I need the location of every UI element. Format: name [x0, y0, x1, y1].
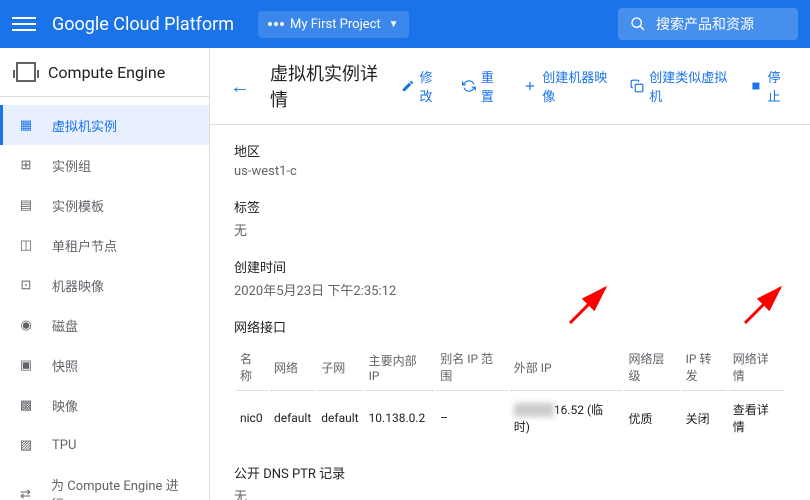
sidebar-item-vm-instances[interactable]: ▦虚拟机实例	[0, 105, 209, 145]
tpu-icon: ▨	[16, 435, 36, 455]
vm-icon: ▦	[16, 115, 36, 135]
network-interfaces-field: 网络接口 名称 网络 子网 主要内部 IP 别名 IP 范围 外部 IP 网络层…	[234, 317, 786, 445]
template-icon: ▤	[16, 195, 36, 215]
zone-field: 地区 us-west1-c	[234, 141, 786, 179]
sidebar-title: Compute Engine	[48, 63, 165, 82]
disk-icon: ◉	[16, 315, 36, 335]
reset-icon	[462, 78, 476, 94]
migrate-icon: ⇄	[16, 484, 35, 500]
sidebar-item-sole-tenant[interactable]: ◫单租户节点	[0, 225, 209, 265]
hamburger-menu-icon[interactable]	[12, 12, 36, 36]
snapshot-icon: ▣	[16, 355, 36, 375]
stop-button[interactable]: 停止	[749, 67, 790, 105]
sidebar-item-machine-images[interactable]: ⊡机器映像	[0, 265, 209, 305]
create-machine-image-button[interactable]: 创建机器映像	[523, 67, 610, 105]
sidebar-item-tpu[interactable]: ▨TPU	[0, 425, 209, 465]
groups-icon: ⊞	[16, 155, 36, 175]
edit-button[interactable]: 修改	[401, 67, 442, 105]
nic-table: 名称 网络 子网 主要内部 IP 别名 IP 范围 外部 IP 网络层级 IP …	[234, 342, 786, 445]
labels-field: 标签 无	[234, 197, 786, 239]
sidebar: Compute Engine ▦虚拟机实例 ⊞实例组 ▤实例模板 ◫单租户节点 …	[0, 48, 210, 500]
plus-icon	[523, 78, 537, 94]
search-box[interactable]: 搜索产品和资源	[618, 8, 798, 40]
create-similar-button[interactable]: 创建类似虚拟机	[630, 67, 728, 105]
image-icon: ▩	[16, 395, 36, 415]
page-title: 虚拟机实例详情	[270, 60, 381, 112]
node-icon: ◫	[16, 235, 36, 255]
sidebar-item-migrate[interactable]: ⇄为 Compute Engine 进行…	[0, 465, 209, 500]
page-header: ← 虚拟机实例详情 修改 重置 创建机器映像 创建类似虚拟机 停止	[210, 48, 810, 125]
chevron-down-icon: ▼	[389, 19, 399, 30]
compute-engine-icon	[16, 62, 36, 82]
redacted-ip: xxx.xx.	[514, 403, 554, 417]
sidebar-menu: ▦虚拟机实例 ⊞实例组 ▤实例模板 ◫单租户节点 ⊡机器映像 ◉磁盘 ▣快照 ▩…	[0, 97, 209, 500]
stop-icon	[749, 78, 763, 94]
search-placeholder: 搜索产品和资源	[656, 14, 754, 34]
created-field: 创建时间 2020年5月23日 下午2:35:12	[234, 257, 786, 299]
details-content: 地区 us-west1-c 标签 无 创建时间 2020年5月23日 下午2:3…	[210, 125, 810, 500]
topbar: Google Cloud Platform My First Project ▼…	[0, 0, 810, 48]
sidebar-header[interactable]: Compute Engine	[0, 48, 209, 97]
main-content: ← 虚拟机实例详情 修改 重置 创建机器映像 创建类似虚拟机 停止 地区 us-…	[210, 48, 810, 500]
pencil-icon	[401, 78, 415, 94]
project-selector[interactable]: My First Project ▼	[258, 11, 409, 38]
sidebar-item-images[interactable]: ▩映像	[0, 385, 209, 425]
sidebar-item-snapshots[interactable]: ▣快照	[0, 345, 209, 385]
machine-image-icon: ⊡	[16, 275, 36, 295]
nic-row: nic0 default default 10.138.0.2 – xxx.xx…	[236, 393, 784, 443]
dns-ptr-field: 公开 DNS PTR 记录 无	[234, 463, 786, 500]
sidebar-item-disks[interactable]: ◉磁盘	[0, 305, 209, 345]
sidebar-item-instance-templates[interactable]: ▤实例模板	[0, 185, 209, 225]
view-details-link[interactable]: 查看详情	[729, 393, 784, 443]
project-name: My First Project	[290, 17, 381, 32]
subnet-link[interactable]: default	[317, 393, 362, 443]
copy-icon	[630, 78, 644, 94]
search-icon	[630, 16, 646, 32]
network-link[interactable]: default	[270, 393, 315, 443]
reset-button[interactable]: 重置	[462, 67, 503, 105]
gcp-logo[interactable]: Google Cloud Platform	[52, 14, 234, 35]
back-arrow-icon[interactable]: ←	[230, 74, 250, 99]
external-ip-cell: xxx.xx.16.52 (临时)	[510, 393, 623, 443]
sidebar-item-instance-groups[interactable]: ⊞实例组	[0, 145, 209, 185]
